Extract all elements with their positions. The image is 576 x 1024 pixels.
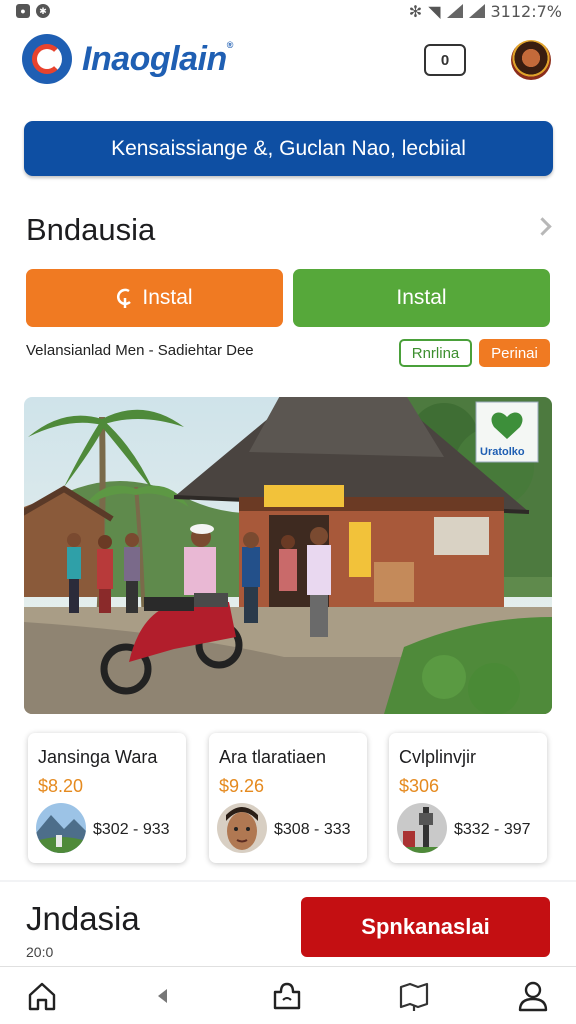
- app-header: Inaoglain® 0 Kensaissiange &, Guclan Nao…: [0, 22, 576, 190]
- logo-mark: [32, 44, 62, 74]
- product-price: $306: [399, 776, 440, 796]
- chevron-right-icon[interactable]: [533, 217, 552, 236]
- location-subline: Velansianlad Men - Sadiehtar Dee: [26, 342, 254, 359]
- main-card: Bndausia Instal Instal Velansianlad Men …: [0, 190, 576, 880]
- product-title: Ara tlaratiaen: [219, 747, 327, 767]
- wifi-icon: ◥: [428, 1, 441, 21]
- product-title: Cvlplinvjir: [399, 747, 477, 767]
- product-card-1[interactable]: Jansinga Wara $8.20 $302 - 933: [28, 733, 186, 863]
- back-icon[interactable]: [146, 979, 180, 1013]
- product-thumbnail: [217, 803, 267, 853]
- tag-outline-label: Rnrlina: [411, 344, 460, 362]
- bottom-nav: [0, 966, 576, 1024]
- hero-sign-text: Uratolko: [480, 446, 525, 458]
- signal-icon: [446, 4, 463, 18]
- product-title: Jansinga Wara: [38, 747, 158, 767]
- product-thumbnail: [36, 803, 86, 853]
- install-secondary-label: Instal: [396, 286, 447, 309]
- tag-filled-label: Perinai: [491, 344, 538, 362]
- promo-banner[interactable]: Kensaissiange &, Guclan Nao, lecbiial: [24, 121, 553, 176]
- badge-count: 0: [440, 51, 450, 69]
- product-thumbnail: [397, 803, 447, 853]
- settings-icon: ✱: [36, 4, 50, 18]
- product-card-3[interactable]: Cvlplinvjir $306 $332 - 397: [389, 733, 547, 863]
- bottom-subtitle: 20:0: [26, 944, 54, 960]
- brand-registered-mark: ®: [226, 40, 234, 50]
- product-price: $8.20: [38, 776, 84, 796]
- status-left: ● ✱: [16, 4, 50, 18]
- install-button-secondary[interactable]: Instal: [293, 269, 550, 327]
- cta-button[interactable]: Spnkanaslai: [301, 897, 550, 957]
- product-price-range: $308 - 333: [274, 821, 351, 838]
- profile-icon[interactable]: [516, 979, 550, 1013]
- bottom-title: Jndasia: [26, 900, 140, 937]
- notification-icon: ●: [16, 4, 30, 18]
- tag-outline[interactable]: Rnrlina: [399, 339, 472, 367]
- product-card-2[interactable]: Ara tlaratiaen $9.26 $308 - 333: [209, 733, 367, 863]
- product-price-range: $302 - 933: [93, 821, 170, 838]
- bottom-panel: Jndasia 20:0 Spnkanaslai: [0, 882, 576, 966]
- banner-text: Kensaissiange &, Guclan Nao, lecbiial: [111, 136, 466, 160]
- avatar[interactable]: [511, 40, 551, 80]
- install-primary-label: Instal: [142, 286, 193, 309]
- bluetooth-icon: ✻: [408, 1, 423, 21]
- notifications-badge-button[interactable]: 0: [424, 44, 466, 76]
- hero-village-image[interactable]: Uratolko: [24, 397, 552, 714]
- app-logo-icon[interactable]: [22, 34, 72, 84]
- refresh-icon: [117, 288, 132, 308]
- product-price-range: $332 - 397: [454, 821, 531, 838]
- home-icon[interactable]: [25, 979, 59, 1013]
- brand-text: Inaoglain: [82, 40, 227, 78]
- section-title: Bndausia: [26, 212, 156, 247]
- cta-label: Spnkanaslai: [361, 914, 490, 939]
- install-button-primary[interactable]: Instal: [26, 269, 283, 327]
- brand-name: Inaoglain®: [82, 40, 233, 79]
- status-right: ✻ ◥ 3112:7%: [409, 2, 562, 21]
- battery-text: 3112:7%: [490, 1, 563, 21]
- puzzle-icon[interactable]: [270, 979, 304, 1013]
- status-bar: ● ✱ ✻ ◥ 3112:7%: [0, 0, 576, 22]
- product-price: $9.26: [219, 776, 265, 796]
- tag-filled[interactable]: Perinai: [479, 339, 550, 367]
- map-book-icon[interactable]: [397, 979, 431, 1013]
- signal-icon-2: [468, 4, 485, 18]
